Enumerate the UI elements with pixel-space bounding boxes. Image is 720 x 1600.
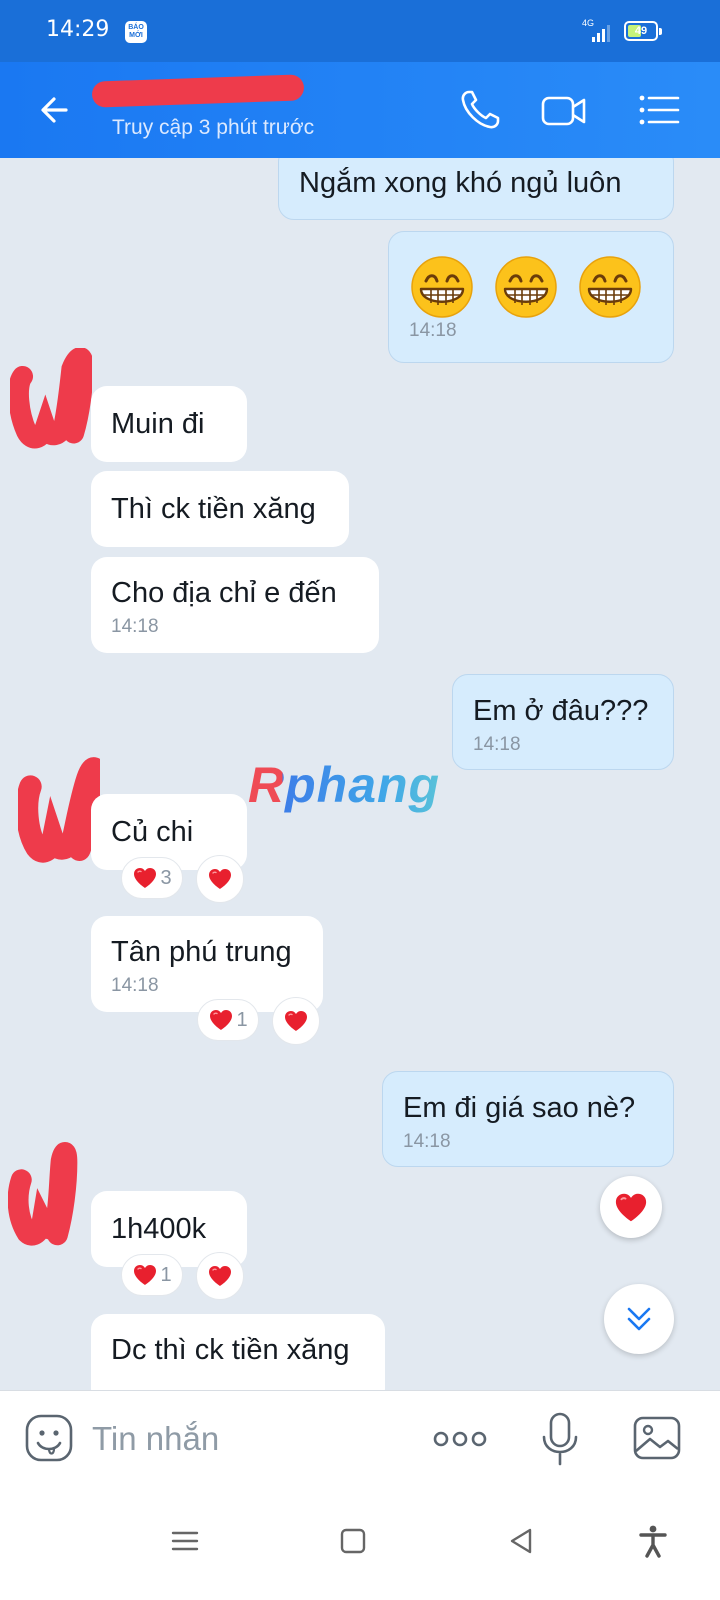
signal-bar bbox=[592, 37, 595, 42]
reaction-count-pill[interactable]: 1 bbox=[121, 1254, 183, 1296]
message-text: Muin đi bbox=[111, 408, 205, 440]
menu-list-icon[interactable] bbox=[634, 86, 682, 134]
message-bubble-outgoing[interactable]: Ngắm xong khó ngủ luôn bbox=[278, 158, 674, 220]
signal-bar bbox=[607, 25, 610, 42]
avatar-redacted[interactable] bbox=[8, 1138, 84, 1250]
heart-icon bbox=[283, 1009, 309, 1033]
baomoi-notification-icon: BÁO MỚI bbox=[125, 21, 147, 43]
message-bubble-outgoing[interactable]: 14:18 bbox=[388, 231, 674, 363]
contact-name-redacted[interactable] bbox=[91, 74, 305, 108]
react-heart-button[interactable] bbox=[272, 997, 320, 1045]
accessibility-icon[interactable] bbox=[636, 1524, 670, 1558]
grinning-face-emoji-icon bbox=[493, 254, 559, 320]
message-text: Tân phú trung bbox=[111, 936, 292, 968]
battery-icon: 49 bbox=[624, 21, 662, 41]
message-text: 1h400k bbox=[111, 1213, 207, 1245]
reaction-count: 1 bbox=[236, 1008, 248, 1031]
message-text: Em đi giá sao nè? bbox=[403, 1092, 636, 1124]
heart-icon bbox=[207, 1264, 233, 1288]
signal-bars bbox=[592, 22, 610, 42]
heart-icon bbox=[207, 867, 233, 891]
scroll-to-bottom-button[interactable] bbox=[604, 1284, 674, 1354]
phone-call-icon[interactable] bbox=[456, 86, 504, 134]
watermark-logo: Rphang bbox=[248, 757, 441, 813]
heart-icon bbox=[208, 1008, 234, 1032]
chat-header: Truy cập 3 phút trước bbox=[0, 62, 720, 158]
message-text: Thì ck tiền xăng bbox=[111, 493, 316, 525]
double-chevron-down-icon bbox=[627, 1307, 651, 1331]
message-text: Dc thì ck tiền xăng bbox=[111, 1334, 350, 1366]
status-time: 14:29 bbox=[46, 17, 110, 42]
react-heart-button[interactable] bbox=[196, 855, 244, 903]
battery-percent: 49 bbox=[634, 25, 648, 37]
heart-icon bbox=[132, 866, 158, 890]
message-time: 14:18 bbox=[473, 734, 521, 755]
message-time: 14:18 bbox=[111, 975, 159, 996]
recent-apps-icon[interactable] bbox=[168, 1524, 202, 1558]
system-navigation-bar bbox=[0, 1486, 720, 1600]
reaction-count: 1 bbox=[160, 1263, 172, 1286]
heart-icon bbox=[613, 1191, 649, 1224]
status-bar: 14:29 BÁO MỚI 4G 49 bbox=[0, 0, 720, 62]
avatar-redacted[interactable] bbox=[10, 348, 92, 452]
message-time: 14:18 bbox=[409, 320, 457, 341]
last-seen-status: Truy cập 3 phút trước bbox=[112, 116, 315, 139]
message-bubble-incoming[interactable]: Dc thì ck tiền xăng bbox=[91, 1314, 385, 1390]
message-text: Ngắm xong khó ngủ luôn bbox=[299, 167, 622, 199]
message-text: Cho địa chỉ e đến bbox=[111, 577, 337, 609]
back-triangle-icon[interactable] bbox=[504, 1524, 538, 1558]
message-list[interactable]: Ngắm xong khó ngủ luôn 14:18 Muin đi Thì… bbox=[0, 158, 720, 1390]
signal-bar bbox=[602, 29, 605, 42]
back-arrow-icon[interactable] bbox=[36, 90, 76, 130]
avatar-redacted[interactable] bbox=[18, 752, 100, 864]
emoji-row bbox=[409, 254, 653, 320]
quick-heart-reaction-button[interactable] bbox=[600, 1176, 662, 1238]
home-icon[interactable] bbox=[336, 1524, 370, 1558]
message-bubble-outgoing[interactable]: Em ở đâu??? 14:18 bbox=[452, 674, 674, 770]
message-input[interactable] bbox=[92, 1415, 412, 1463]
message-text: Củ chi bbox=[111, 816, 194, 848]
grinning-face-emoji-icon bbox=[577, 254, 643, 320]
sticker-emoji-icon[interactable] bbox=[24, 1413, 74, 1463]
image-gallery-icon[interactable] bbox=[632, 1415, 682, 1461]
signal-bar bbox=[597, 33, 600, 42]
grinning-face-emoji-icon bbox=[409, 254, 475, 320]
message-composer bbox=[0, 1390, 720, 1486]
microphone-icon[interactable] bbox=[538, 1411, 582, 1467]
signal-icon: 4G bbox=[582, 18, 610, 42]
message-text: Em ở đâu??? bbox=[473, 695, 649, 727]
message-bubble-incoming[interactable]: Muin đi bbox=[91, 386, 247, 462]
reaction-count-pill[interactable]: 1 bbox=[197, 999, 259, 1041]
message-time: 14:18 bbox=[111, 616, 159, 637]
message-time: 14:18 bbox=[403, 1131, 451, 1152]
heart-icon bbox=[132, 1263, 158, 1287]
reaction-count: 3 bbox=[160, 866, 172, 889]
message-bubble-incoming[interactable]: Thì ck tiền xăng bbox=[91, 471, 349, 547]
react-heart-button[interactable] bbox=[196, 1252, 244, 1300]
video-call-icon[interactable] bbox=[540, 86, 588, 134]
more-options-icon[interactable] bbox=[432, 1421, 488, 1457]
reaction-count-pill[interactable]: 3 bbox=[121, 857, 183, 899]
message-bubble-outgoing[interactable]: Em đi giá sao nè? 14:18 bbox=[382, 1071, 674, 1167]
message-bubble-incoming[interactable]: Cho địa chỉ e đến 14:18 bbox=[91, 557, 379, 653]
